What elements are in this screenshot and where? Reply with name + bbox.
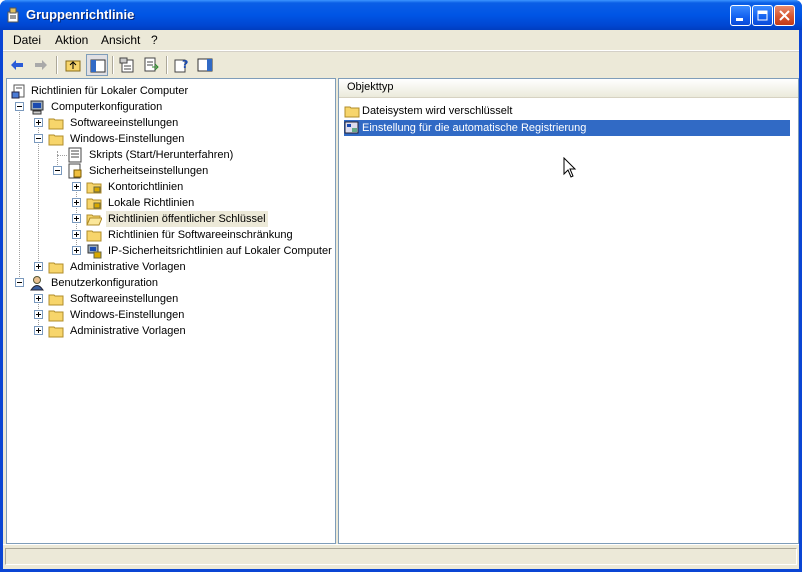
minimize-button[interactable]	[730, 5, 751, 26]
expand-toggle[interactable]	[72, 214, 81, 223]
column-header-objekttyp[interactable]: Objekttyp	[347, 81, 393, 93]
list-item-label: Einstellung für die automatische Registr…	[362, 122, 587, 134]
window-title: Gruppenrichtlinie	[26, 7, 135, 22]
console-tree-icon	[90, 59, 106, 73]
status-panel	[5, 548, 797, 565]
expand-toggle[interactable]	[72, 182, 81, 191]
expand-toggle[interactable]	[72, 246, 81, 255]
collapse-toggle[interactable]	[15, 278, 24, 287]
tree-label: Administrative Vorlagen	[70, 325, 186, 337]
help-button[interactable]: ?	[170, 54, 192, 76]
expand-toggle[interactable]	[72, 230, 81, 239]
folder-icon	[48, 262, 64, 274]
close-icon	[779, 10, 790, 21]
script-document-icon	[68, 147, 82, 163]
svg-text:?: ?	[182, 58, 188, 71]
folder-icon	[344, 106, 360, 118]
tree-label: Richtlinien öffentlicher Schlüssel	[106, 211, 268, 227]
tree-label: Benutzerkonfiguration	[51, 277, 159, 289]
back-arrow-icon	[11, 60, 23, 70]
back-button[interactable]	[6, 54, 28, 76]
tree-label: Administrative Vorlagen	[70, 261, 186, 273]
tree-label: Lokale Richtlinien	[108, 197, 195, 209]
expand-toggle[interactable]	[34, 310, 43, 319]
properties-button[interactable]	[116, 54, 138, 76]
tree-label: IP-Sicherheitsrichtlinien auf Lokaler Co…	[108, 245, 332, 257]
user-icon	[30, 276, 44, 291]
toolbar-separator	[112, 56, 114, 74]
expand-toggle[interactable]	[34, 262, 43, 271]
menu-datei[interactable]: Datei	[13, 33, 41, 47]
toolbar-separator	[166, 56, 168, 74]
open-folder-icon	[86, 214, 102, 226]
maximize-button[interactable]	[752, 5, 773, 26]
folder-icon	[48, 294, 64, 306]
tree-label: Sicherheitseinstellungen	[89, 165, 209, 177]
expand-toggle[interactable]	[34, 294, 43, 303]
application-window: Gruppenrichtlinie Datei Aktion Ansicht ?	[0, 0, 802, 572]
toolbar-separator	[56, 56, 58, 74]
folder-icon	[48, 310, 64, 322]
settings-object-icon	[344, 121, 359, 134]
minimize-icon	[736, 18, 743, 21]
export-list-icon	[144, 57, 159, 72]
security-settings-icon	[68, 163, 82, 179]
tree-label: Computerkonfiguration	[51, 101, 163, 113]
status-bar	[3, 544, 799, 567]
close-button[interactable]	[774, 5, 795, 26]
details-list-pane[interactable]: Objekttyp Dateisystem wird verschlüsselt…	[338, 78, 799, 544]
menu-bar: Datei Aktion Ansicht ?	[3, 30, 799, 51]
export-list-button[interactable]	[140, 54, 162, 76]
menu-aktion[interactable]: Aktion	[55, 33, 88, 47]
folder-icon	[48, 326, 64, 338]
show-hide-console-tree-button[interactable]	[86, 54, 108, 76]
action-pane-icon	[197, 58, 213, 72]
tree-label: Kontorichtlinien	[108, 181, 184, 193]
locked-folder-icon	[86, 182, 102, 194]
expand-toggle[interactable]	[34, 326, 43, 335]
forward-button[interactable]	[30, 54, 52, 76]
help-icon: ?	[174, 58, 188, 73]
ip-security-icon	[87, 244, 102, 259]
console-tree-pane[interactable]: Richtlinien für Lokaler Computer Compute…	[6, 78, 336, 544]
folder-icon	[48, 118, 64, 130]
list-header: Objekttyp	[339, 79, 798, 98]
tree-line	[57, 155, 67, 156]
collapse-toggle[interactable]	[15, 102, 24, 111]
toolbar: ?	[3, 51, 799, 78]
title-bar[interactable]: Gruppenrichtlinie	[0, 0, 802, 30]
tree-label: Skripts (Start/Herunterfahren)	[89, 149, 234, 161]
up-one-level-button[interactable]	[62, 54, 84, 76]
tree-label: Richtlinien für Lokaler Computer	[31, 85, 189, 97]
list-item[interactable]: Dateisystem wird verschlüsselt	[344, 103, 790, 119]
folder-icon	[86, 230, 102, 242]
computer-icon	[30, 100, 44, 115]
folder-icon	[48, 134, 64, 146]
tree-line	[19, 103, 20, 279]
menu-help[interactable]: ?	[151, 33, 158, 47]
tree-label: Richtlinien für Softwareeinschränkung	[108, 229, 293, 241]
tree-label: Windows-Einstellungen	[70, 309, 185, 321]
list-item-label: Dateisystem wird verschlüsselt	[362, 105, 513, 117]
maximize-icon	[757, 10, 768, 21]
menu-ansicht[interactable]: Ansicht	[101, 33, 140, 47]
mouse-cursor-icon	[563, 157, 577, 178]
tree-label: Softwareeinstellungen	[70, 293, 179, 305]
collapse-toggle[interactable]	[34, 134, 43, 143]
policy-scroll-icon	[11, 84, 25, 99]
properties-icon	[119, 57, 134, 73]
group-policy-icon	[7, 7, 19, 23]
expand-toggle[interactable]	[34, 118, 43, 127]
folder-up-icon	[65, 60, 81, 72]
list-item-selected[interactable]: Einstellung für die automatische Registr…	[344, 120, 790, 136]
locked-folder-icon	[86, 198, 102, 210]
forward-arrow-icon	[35, 60, 47, 70]
tree-label: Windows-Einstellungen	[70, 133, 185, 145]
collapse-toggle[interactable]	[53, 166, 62, 175]
tree-label: Softwareeinstellungen	[70, 117, 179, 129]
show-hide-action-pane-button[interactable]	[194, 54, 216, 76]
expand-toggle[interactable]	[72, 198, 81, 207]
